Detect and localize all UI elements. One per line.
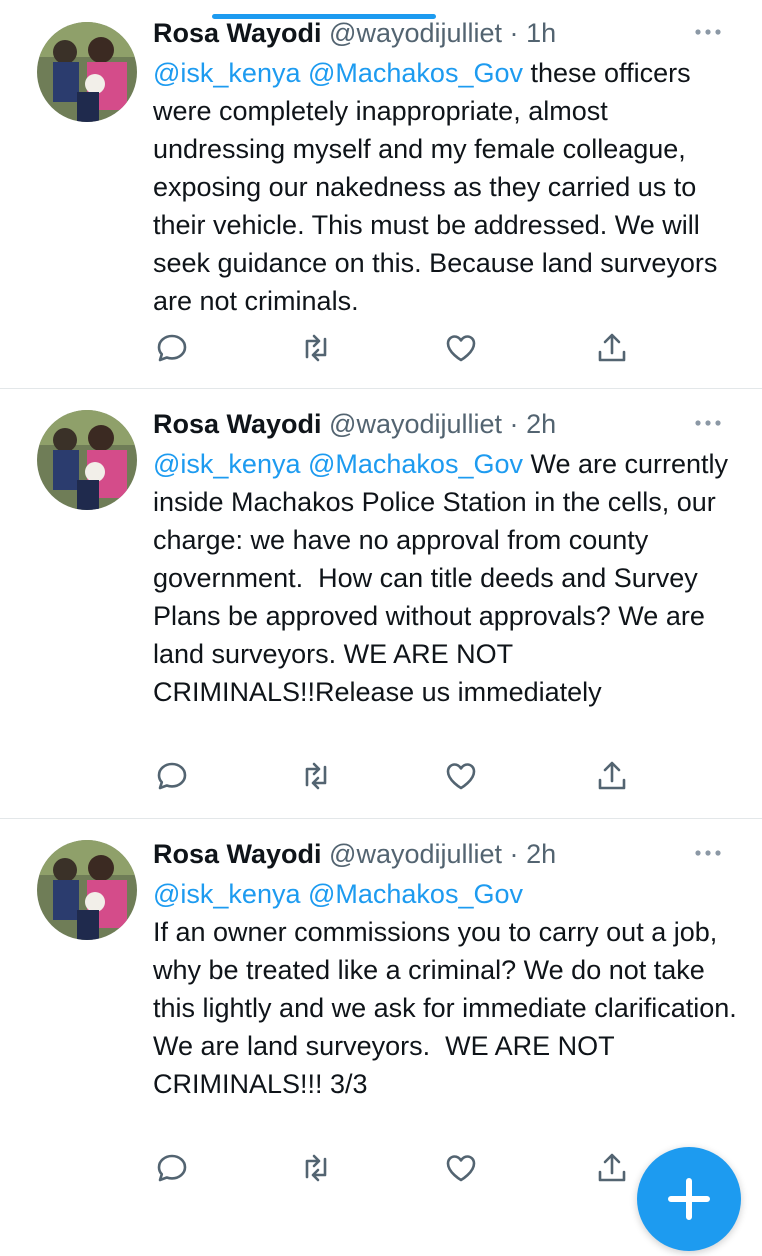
mention-links[interactable]: @isk_kenya @Machakos_Gov [153, 879, 523, 909]
tweet-text: @isk_kenya @Machakos_Gov We are currentl… [153, 445, 743, 711]
tweet-text: @isk_kenya @Machakos_Gov these officers … [153, 54, 743, 320]
author-handle[interactable]: @wayodijulliet [329, 409, 502, 439]
compose-button[interactable] [637, 1147, 741, 1251]
more-icon[interactable] [692, 22, 724, 42]
reply-icon[interactable] [154, 1150, 190, 1186]
like-icon[interactable] [443, 1150, 479, 1186]
tweet-actions [150, 758, 630, 794]
tweet-2[interactable]: Rosa Wayodi @wayodijulliet · 2h @isk_ken… [0, 388, 762, 819]
like-icon[interactable] [443, 758, 479, 794]
avatar[interactable] [37, 410, 137, 510]
tweet-body: If an owner commissions you to carry out… [153, 917, 737, 1099]
reply-icon[interactable] [154, 330, 190, 366]
reply-icon[interactable] [154, 758, 190, 794]
tweet-text: @isk_kenya @Machakos_Gov If an owner com… [153, 875, 743, 1103]
separator-dot: · [509, 839, 519, 869]
share-icon[interactable] [594, 330, 630, 366]
tweet-header: Rosa Wayodi @wayodijulliet · 2h [153, 408, 722, 440]
tweet-3[interactable]: Rosa Wayodi @wayodijulliet · 2h @isk_ken… [0, 818, 762, 1200]
retweet-icon[interactable] [298, 758, 334, 794]
share-icon[interactable] [594, 758, 630, 794]
author-handle[interactable]: @wayodijulliet [329, 839, 502, 869]
more-icon[interactable] [692, 843, 724, 863]
retweet-icon[interactable] [298, 330, 334, 366]
tweet-actions [150, 330, 630, 366]
separator-dot: · [509, 409, 519, 439]
compose-plus-icon [668, 1178, 710, 1220]
tweet-body: these officers were completely inappropr… [153, 58, 725, 316]
mention-links[interactable]: @isk_kenya @Machakos_Gov [153, 58, 523, 88]
tweet-header: Rosa Wayodi @wayodijulliet · 2h [153, 838, 722, 870]
like-icon[interactable] [443, 330, 479, 366]
timestamp[interactable]: 2h [526, 839, 556, 869]
tweet-body: We are currently inside Machakos Police … [153, 449, 736, 707]
mention-links[interactable]: @isk_kenya @Machakos_Gov [153, 449, 523, 479]
avatar[interactable] [37, 840, 137, 940]
tweet-header: Rosa Wayodi @wayodijulliet · 1h [153, 17, 722, 49]
more-icon[interactable] [692, 413, 724, 433]
retweet-icon[interactable] [298, 1150, 334, 1186]
timestamp[interactable]: 1h [526, 18, 556, 48]
avatar[interactable] [37, 22, 137, 122]
tweet-actions [150, 1150, 630, 1186]
author-name[interactable]: Rosa Wayodi [153, 409, 322, 439]
share-icon[interactable] [594, 1150, 630, 1186]
separator-dot: · [509, 18, 519, 48]
author-name[interactable]: Rosa Wayodi [153, 839, 322, 869]
author-handle[interactable]: @wayodijulliet [329, 18, 502, 48]
timestamp[interactable]: 2h [526, 409, 556, 439]
author-name[interactable]: Rosa Wayodi [153, 18, 322, 48]
tweet-1[interactable]: Rosa Wayodi @wayodijulliet · 1h @isk_ken… [0, 0, 762, 389]
